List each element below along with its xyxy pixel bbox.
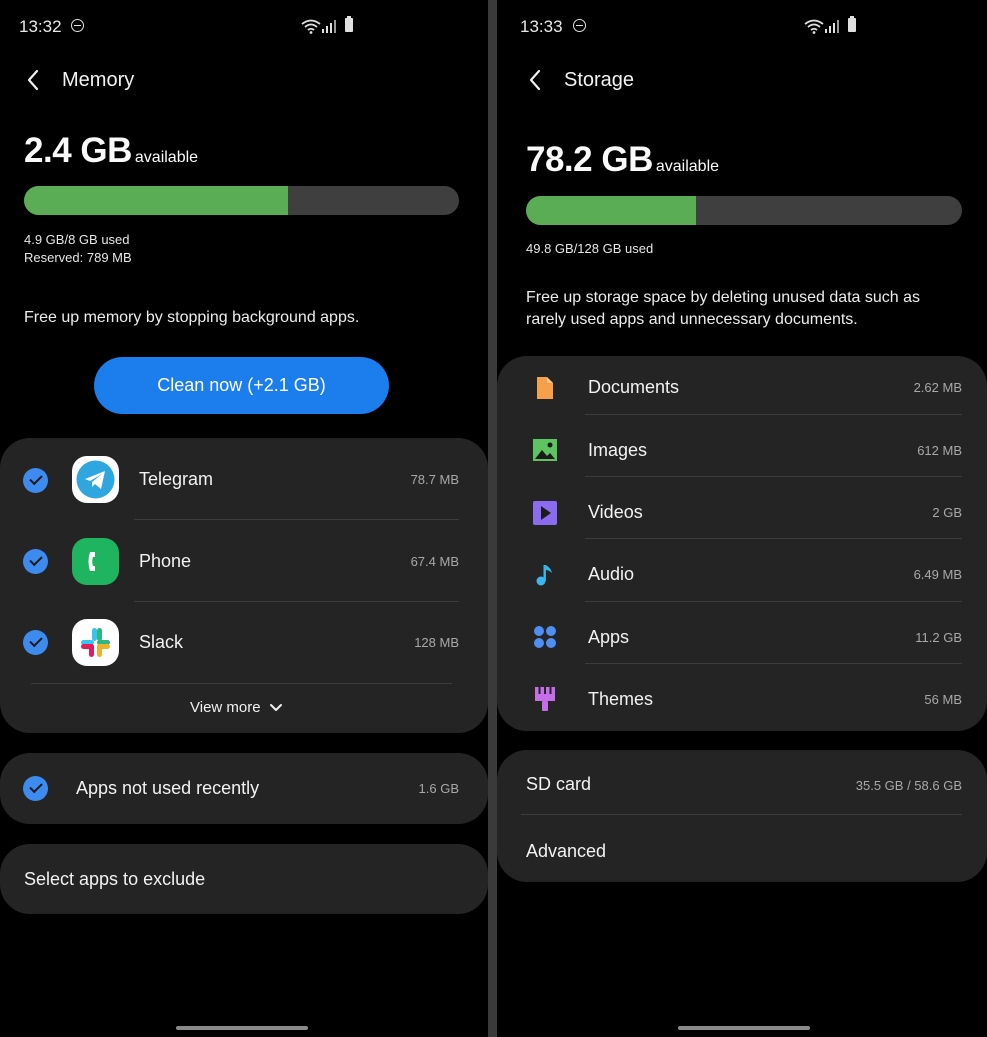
divider	[585, 538, 962, 539]
home-indicator[interactable]	[678, 1026, 810, 1030]
clean-now-button[interactable]: Clean now (+2.1 GB)	[94, 357, 389, 414]
status-time: 13:33	[520, 17, 563, 36]
category-size: 2 GB	[932, 505, 962, 520]
storage-description-line-2: rarely used apps and unnecessary documen…	[526, 311, 858, 328]
app-name: Slack	[139, 632, 184, 652]
page-title: Memory	[62, 69, 135, 91]
app-size: 128 MB	[414, 635, 459, 650]
available-label: available	[655, 158, 720, 175]
storage-available: 78.2 GB available	[526, 140, 719, 180]
back-arrow-icon[interactable]	[524, 68, 548, 92]
storage-usage-bar-fill	[526, 196, 696, 225]
available-value: 78.2 GB	[526, 140, 653, 179]
home-indicator[interactable]	[176, 1026, 308, 1030]
category-label: Audio	[588, 564, 635, 584]
telegram-icon	[72, 456, 119, 503]
memory-description: Free up memory by stopping background ap…	[24, 309, 360, 326]
background-apps-card: Telegram 78.7 MB Phone 67.4 MB Slack 128…	[0, 438, 488, 733]
apps-not-used-card[interactable]: Apps not used recently 1.6 GB	[0, 753, 488, 824]
wifi-icon	[804, 19, 824, 34]
battery-icon	[848, 16, 856, 32]
app-size: 78.7 MB	[410, 472, 459, 487]
memory-reserved-text: Reserved: 789 MB	[24, 250, 132, 265]
category-size: 612 MB	[917, 443, 962, 458]
chevron-down-icon	[269, 703, 282, 711]
advanced-label: Advanced	[526, 841, 607, 861]
status-time: 13:32	[19, 17, 62, 36]
document-icon	[537, 377, 553, 399]
back-arrow-icon[interactable]	[22, 68, 46, 92]
category-label: Videos	[588, 502, 643, 522]
checkbox-checked-icon[interactable]	[23, 630, 48, 655]
divider	[134, 601, 459, 602]
signal-icon	[322, 20, 336, 33]
battery-icon	[345, 16, 353, 32]
select-apps-to-exclude-card[interactable]: Select apps to exclude	[0, 844, 488, 914]
storage-usage-bar	[526, 196, 962, 225]
divider	[585, 476, 962, 477]
storage-used-text: 49.8 GB/128 GB used	[526, 241, 654, 256]
category-label: Documents	[588, 377, 680, 397]
wifi-icon	[301, 19, 321, 34]
app-name: Telegram	[139, 469, 214, 489]
view-more-label: View more	[190, 699, 261, 716]
memory-screen: 13:32 Memory 2.4 GB available 4.9 GB/8 GB…	[0, 0, 488, 1037]
divider	[585, 663, 962, 664]
page-title: Storage	[564, 69, 635, 91]
storage-screen: 13:33 Storage 78.2 GB available 49.8 GB/1…	[497, 0, 987, 1037]
category-size: 2.62 MB	[913, 380, 962, 395]
apps-not-used-size: 1.6 GB	[418, 781, 459, 796]
available-value: 2.4 GB	[24, 131, 132, 170]
apps-grid-icon	[534, 626, 556, 648]
available-label: available	[134, 149, 199, 166]
do-not-disturb-icon	[573, 19, 586, 32]
do-not-disturb-icon	[71, 19, 84, 32]
sd-card-label: SD card	[526, 774, 592, 794]
category-size: 56 MB	[924, 692, 962, 707]
storage-categories-card: Documents 2.62 MB Images 612 MB Videos 2…	[497, 356, 987, 731]
memory-usage-bar-fill	[24, 186, 288, 215]
memory-usage-bar	[24, 186, 459, 215]
divider	[585, 414, 962, 415]
memory-used-text: 4.9 GB/8 GB used	[24, 232, 130, 247]
checkbox-checked-icon[interactable]	[23, 549, 48, 574]
category-label: Images	[588, 440, 648, 460]
sd-card-advanced-card: SD card 35.5 GB / 58.6 GB Advanced	[497, 750, 987, 882]
sd-card-size: 35.5 GB / 58.6 GB	[855, 778, 962, 793]
slack-icon	[72, 619, 119, 666]
divider	[31, 683, 452, 684]
view-more-button[interactable]: View more	[190, 699, 283, 716]
divider	[521, 814, 962, 815]
category-label: Themes	[588, 689, 654, 709]
checkbox-checked-icon[interactable]	[23, 468, 48, 493]
checkbox-checked-icon[interactable]	[23, 776, 48, 801]
select-apps-to-exclude-label: Select apps to exclude	[24, 869, 206, 889]
phone-icon	[72, 538, 119, 585]
apps-not-used-label: Apps not used recently	[76, 778, 260, 798]
category-size: 11.2 GB	[915, 630, 962, 645]
music-note-icon	[536, 565, 552, 586]
video-icon	[533, 501, 557, 525]
brush-icon	[535, 687, 555, 711]
app-size: 67.4 MB	[410, 554, 459, 569]
category-size: 6.49 MB	[913, 567, 962, 582]
signal-icon	[825, 20, 839, 33]
image-icon	[533, 439, 557, 461]
category-label: Apps	[588, 627, 630, 647]
divider	[585, 601, 962, 602]
memory-available: 2.4 GB available	[24, 131, 198, 171]
app-name: Phone	[139, 551, 192, 571]
storage-description-line-1: Free up storage space by deleting unused…	[526, 289, 921, 306]
divider	[134, 519, 459, 520]
